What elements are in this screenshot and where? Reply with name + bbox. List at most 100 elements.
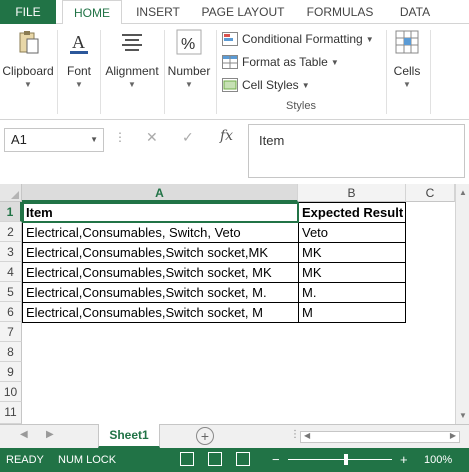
- formula-bar: A1 ▼ ⋮ ✕ ✓ fx Item: [0, 120, 469, 184]
- row-header[interactable]: 8: [0, 342, 22, 362]
- excel-window: FILE HOME INSERT PAGE LAYOUT FORMULAS DA…: [0, 0, 469, 472]
- tab-formulas[interactable]: FORMULAS: [300, 0, 380, 24]
- column-header-a[interactable]: A: [22, 184, 298, 202]
- cell-b5[interactable]: M.: [298, 282, 406, 303]
- name-box-value: A1: [11, 132, 27, 147]
- tab-insert[interactable]: INSERT: [126, 0, 190, 24]
- conditional-formatting-button[interactable]: Conditional Formatting ▼: [222, 29, 374, 49]
- status-num-lock: NUM LOCK: [58, 454, 117, 466]
- formula-input[interactable]: Item: [248, 124, 465, 178]
- cell-styles-button[interactable]: Cell Styles ▼: [222, 75, 310, 95]
- tab-data[interactable]: DATA: [390, 0, 440, 24]
- cell-b4[interactable]: MK: [298, 262, 406, 283]
- cell-styles-label: Cell Styles: [242, 78, 299, 92]
- conditional-formatting-label: Conditional Formatting: [242, 32, 363, 46]
- cell-b2[interactable]: Veto: [298, 222, 406, 243]
- cell-b3[interactable]: MK: [298, 242, 406, 263]
- percent-icon: %: [176, 29, 202, 55]
- clipboard-icon: [19, 31, 39, 54]
- tab-page-layout[interactable]: PAGE LAYOUT: [196, 0, 290, 24]
- ribbon-tab-bar: FILE HOME INSERT PAGE LAYOUT FORMULAS DA…: [0, 0, 469, 25]
- tab-file[interactable]: FILE: [0, 0, 56, 24]
- name-box[interactable]: A1 ▼: [4, 128, 104, 152]
- cancel-icon[interactable]: ✕: [146, 129, 158, 146]
- zoom-out-icon[interactable]: −: [272, 452, 280, 467]
- alignment-label: Alignment: [105, 64, 159, 78]
- sheet-prev-icon[interactable]: ◀: [20, 429, 28, 440]
- group-divider: [164, 30, 165, 114]
- cell-a1[interactable]: Item: [22, 202, 299, 223]
- column-header-b[interactable]: B: [298, 184, 406, 202]
- format-as-table-button[interactable]: Format as Table ▼: [222, 52, 339, 72]
- cells-label: Cells: [393, 64, 421, 78]
- format-table-icon: [222, 55, 238, 69]
- group-divider: [430, 30, 431, 114]
- group-divider: [386, 30, 387, 114]
- number-button[interactable]: % Number ▼: [166, 28, 212, 89]
- cell-a2[interactable]: Electrical,Consumables, Switch, Veto: [22, 222, 299, 243]
- column-header-c[interactable]: C: [406, 184, 455, 202]
- row-header[interactable]: 5: [0, 282, 22, 302]
- select-all-button[interactable]: [0, 184, 22, 202]
- font-button[interactable]: A Font ▼: [60, 28, 98, 89]
- zoom-slider-knob[interactable]: [344, 454, 348, 465]
- ribbon: Clipboard ▼ A Font ▼ Alignment ▼ % Numbe…: [0, 24, 469, 120]
- row-header[interactable]: 7: [0, 322, 22, 342]
- formula-bar-grip-icon[interactable]: ⋮: [114, 130, 126, 144]
- cells-icon: [395, 30, 419, 54]
- row-header[interactable]: 11: [0, 402, 22, 424]
- row-header[interactable]: 1: [0, 202, 22, 222]
- number-label: Number: [167, 64, 211, 78]
- chevron-down-icon: ▼: [185, 80, 193, 89]
- zoom-slider-track[interactable]: [288, 459, 392, 460]
- normal-view-icon[interactable]: [180, 452, 194, 466]
- insert-function-button[interactable]: fx: [220, 128, 233, 144]
- align-icon: [122, 34, 142, 51]
- status-bar: READY NUM LOCK − + 100%: [0, 448, 469, 472]
- chevron-down-icon: ▼: [330, 57, 339, 67]
- group-divider: [57, 30, 58, 114]
- scroll-left-icon[interactable]: ◀: [304, 431, 310, 440]
- row-header[interactable]: 6: [0, 302, 22, 322]
- cell-b1[interactable]: Expected Result: [298, 202, 406, 223]
- row-header[interactable]: 4: [0, 262, 22, 282]
- sheet-next-icon[interactable]: ▶: [46, 429, 54, 440]
- scroll-up-icon[interactable]: ▲: [459, 188, 467, 197]
- enter-icon[interactable]: ✓: [182, 129, 194, 146]
- conditional-formatting-icon: [222, 32, 238, 46]
- tab-home[interactable]: HOME: [62, 0, 122, 25]
- group-divider: [216, 30, 217, 114]
- chevron-down-icon: ▼: [128, 80, 136, 89]
- row-header[interactable]: 3: [0, 242, 22, 262]
- cell-a5[interactable]: Electrical,Consumables,Switch socket, M.: [22, 282, 299, 303]
- row-header[interactable]: 2: [0, 222, 22, 242]
- chevron-down-icon: ▼: [24, 80, 32, 89]
- cell-b6[interactable]: M: [298, 302, 406, 323]
- alignment-button[interactable]: Alignment ▼: [102, 28, 162, 89]
- page-break-view-icon[interactable]: [236, 452, 250, 466]
- svg-text:%: %: [181, 36, 195, 53]
- sheet-tab-sheet1[interactable]: Sheet1: [98, 424, 160, 448]
- status-ready: READY: [6, 454, 44, 466]
- scroll-right-icon[interactable]: ▶: [450, 431, 456, 440]
- styles-group-label: Styles: [286, 100, 316, 112]
- zoom-in-icon[interactable]: +: [400, 452, 408, 467]
- cell-a4[interactable]: Electrical,Consumables,Switch socket, MK: [22, 262, 299, 283]
- font-icon: A: [70, 32, 88, 54]
- page-layout-view-icon[interactable]: [208, 452, 222, 466]
- clipboard-button[interactable]: Clipboard ▼: [0, 28, 56, 89]
- vertical-scrollbar[interactable]: ▲ ▼: [455, 184, 469, 424]
- zoom-level[interactable]: 100%: [424, 454, 452, 466]
- scroll-down-icon[interactable]: ▼: [459, 411, 467, 420]
- row-header[interactable]: 10: [0, 382, 22, 402]
- font-label: Font: [66, 64, 91, 78]
- add-sheet-icon[interactable]: +: [196, 427, 214, 445]
- tab-split-handle-icon[interactable]: ⋮: [290, 429, 300, 440]
- cell-a3[interactable]: Electrical,Consumables,Switch socket,MK: [22, 242, 299, 263]
- horizontal-scrollbar[interactable]: ◀ ▶: [300, 431, 460, 443]
- chevron-down-icon: ▼: [90, 135, 98, 144]
- cell-a6[interactable]: Electrical,Consumables,Switch socket, M: [22, 302, 299, 323]
- cells-button[interactable]: Cells ▼: [388, 28, 426, 89]
- sheet-tab-bar: ◀ ▶ Sheet1 + ⋮ ◀ ▶: [0, 424, 469, 448]
- row-header[interactable]: 9: [0, 362, 22, 382]
